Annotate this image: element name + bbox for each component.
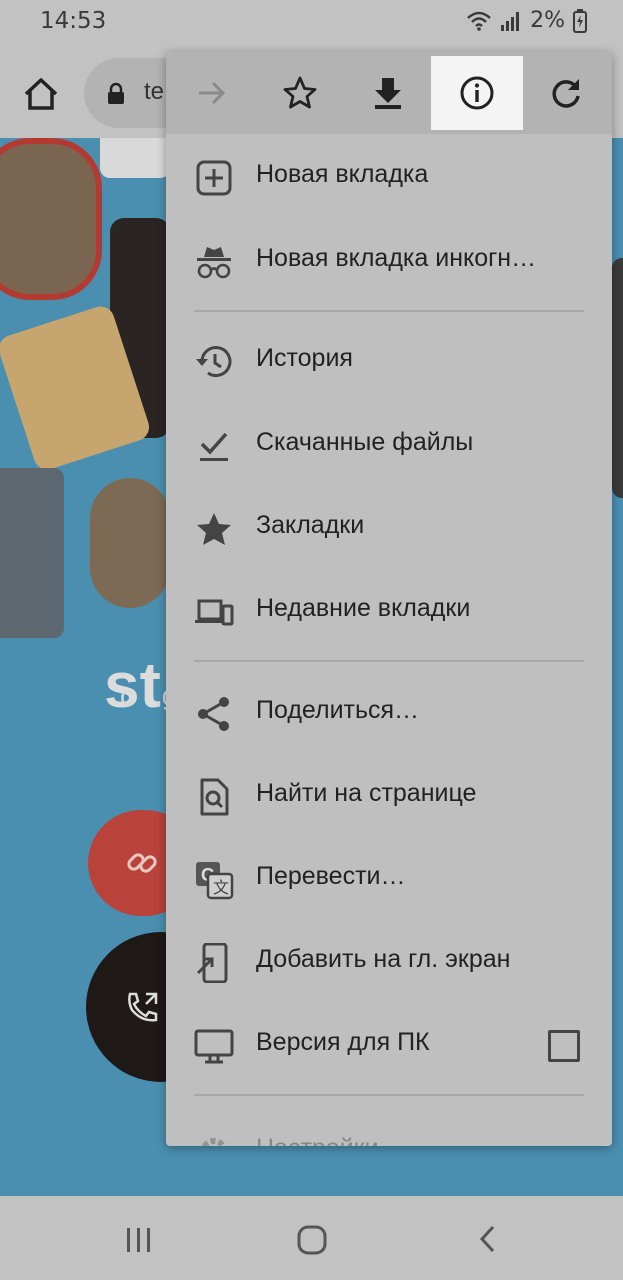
menu-item-label: Новая вкладка [256, 160, 429, 188]
menu-item-label: Скачанные файлы [256, 428, 474, 456]
menu-item-downloads[interactable]: Скачанные файлы [166, 404, 612, 486]
menu-item-label: Перевести… [256, 862, 406, 890]
menu-item-settings[interactable]: Настройки [166, 1110, 612, 1146]
status-bar: 14:53 2% [0, 0, 623, 42]
menu-item-label: История [256, 344, 353, 372]
menu-item-label: Добавить на гл. экран [256, 945, 511, 973]
menu-item-bookmarks[interactable]: Закладки [166, 487, 612, 569]
system-nav-bar [0, 1196, 623, 1280]
plus-box-icon [196, 160, 232, 196]
signal-icon [501, 11, 520, 31]
menu-item-label: Новая вкладка инкогн… [256, 244, 537, 272]
arrow-right-icon [199, 81, 226, 105]
link-icon [127, 853, 157, 873]
download-done-icon [200, 432, 228, 461]
menu-item-translate[interactable]: G 文 Перевести… [166, 838, 612, 920]
history-icon [196, 346, 232, 377]
phone-forward-icon [128, 992, 158, 1022]
menu-action-row [166, 52, 612, 134]
find-in-page-icon [200, 778, 229, 816]
status-icons: 2% [466, 8, 587, 33]
star-icon [197, 513, 231, 545]
home-icon[interactable] [20, 72, 62, 114]
reload-icon [552, 79, 580, 108]
menu-item-add-to-home[interactable]: Добавить на гл. экран [166, 921, 612, 1003]
food-image [100, 138, 170, 178]
status-time: 14:53 [40, 8, 107, 34]
info-button[interactable] [431, 56, 523, 130]
info-icon [460, 76, 494, 110]
menu-item-find-in-page[interactable]: Найти на странице [166, 755, 612, 837]
share-icon [198, 697, 229, 731]
menu-item-label: Версия для ПК [256, 1028, 430, 1056]
incognito-icon [197, 247, 231, 279]
browser-overflow-menu: Новая вкладка Новая вкладка инкогн… Исто… [166, 52, 612, 1146]
menu-item-new-tab[interactable]: Новая вкладка [166, 136, 612, 218]
desktop-site-checkbox[interactable] [548, 1030, 580, 1062]
url-text: te [144, 78, 165, 105]
gear-icon [201, 1138, 227, 1146]
add-to-home-icon [196, 943, 228, 983]
menu-item-label: Найти на странице [256, 779, 477, 807]
food-image [90, 478, 170, 608]
download-button[interactable] [342, 56, 434, 130]
back-icon[interactable] [476, 1224, 500, 1254]
recents-icon[interactable] [124, 1226, 154, 1254]
lock-icon [108, 82, 124, 104]
desktop-icon [194, 1029, 234, 1064]
reload-button[interactable] [520, 56, 612, 130]
food-image [0, 138, 102, 300]
star-outline-icon [283, 76, 317, 109]
menu-item-label: Недавние вкладки [256, 594, 471, 622]
menu-divider [194, 660, 584, 662]
download-icon [375, 78, 401, 109]
menu-item-history[interactable]: История [166, 320, 612, 402]
bookmark-button[interactable] [254, 56, 346, 130]
menu-divider [194, 310, 584, 312]
battery-icon [573, 8, 587, 33]
food-image [612, 258, 623, 498]
home-nav-icon[interactable] [296, 1224, 328, 1256]
menu-item-share[interactable]: Поделиться… [166, 672, 612, 754]
menu-item-label: Поделиться… [256, 696, 420, 724]
battery-percent: 2% [530, 8, 565, 33]
menu-item-desktop-site[interactable]: Версия для ПК [166, 1004, 612, 1086]
food-image [0, 468, 64, 638]
menu-item-incognito[interactable]: Новая вкладка инкогн… [166, 220, 612, 302]
devices-icon [195, 599, 234, 626]
svg-text:文: 文 [213, 879, 229, 897]
translate-icon: G 文 [196, 862, 234, 900]
forward-button[interactable] [166, 56, 258, 130]
wifi-icon [467, 11, 491, 31]
menu-divider [194, 1094, 584, 1096]
menu-item-recent-tabs[interactable]: Недавние вкладки [166, 570, 612, 652]
menu-item-label: Закладки [256, 511, 365, 539]
menu-item-label: Настройки [256, 1134, 379, 1146]
